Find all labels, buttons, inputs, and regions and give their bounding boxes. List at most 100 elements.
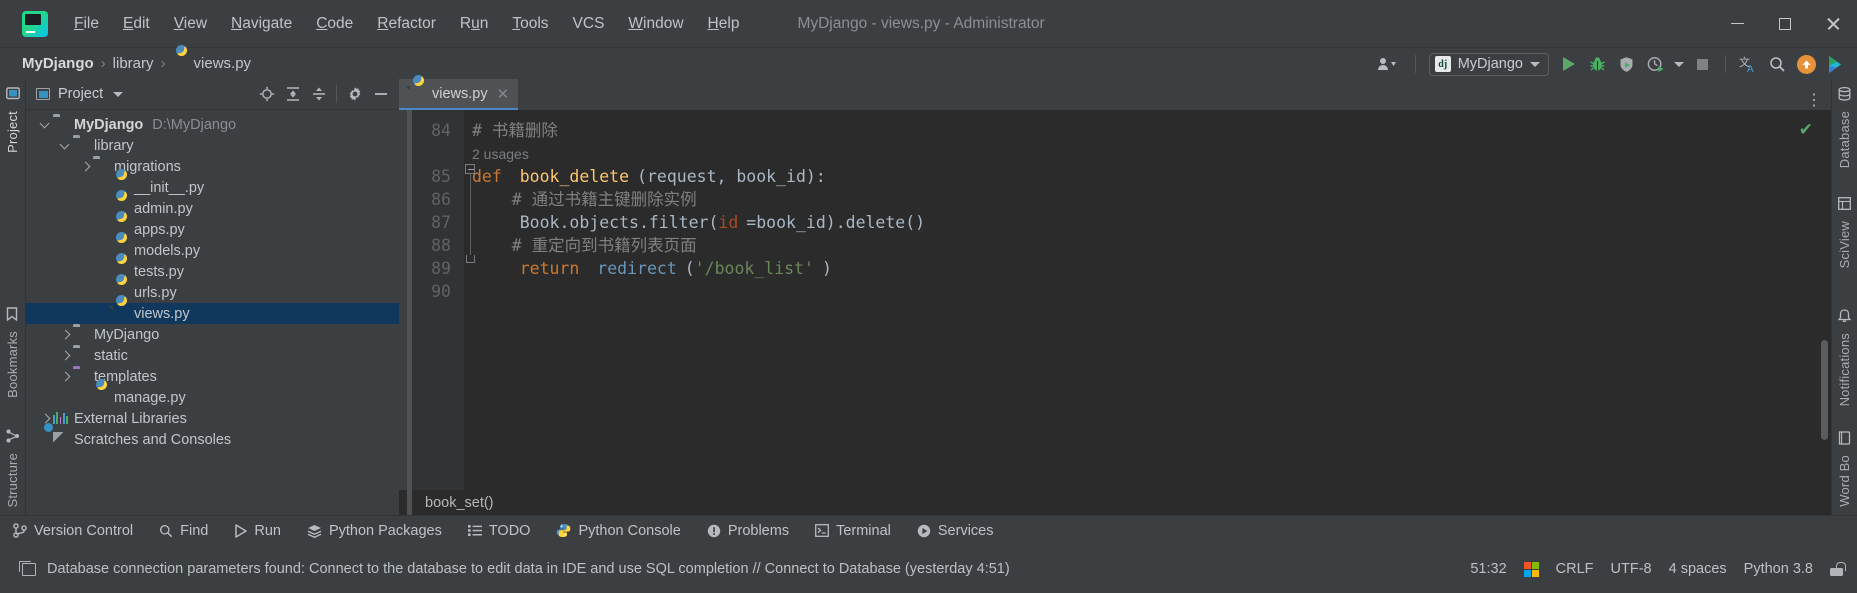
profile-dropdown-button[interactable] (1671, 51, 1687, 77)
tree-node-library[interactable]: library (26, 135, 399, 156)
breadcrumb-item-views-py[interactable]: views.py (173, 55, 252, 72)
tool-window-tab-find[interactable]: Find (146, 516, 221, 546)
menu-item-run[interactable]: Run (448, 11, 500, 37)
tree-node-migrations[interactable]: migrations (26, 156, 399, 177)
windows-logo-icon[interactable] (1523, 561, 1539, 577)
line-number-90: 90 (431, 282, 451, 301)
more-options-icon[interactable]: ⋮ (1806, 90, 1823, 110)
project-tree[interactable]: MyDjango D:\MyDjango library migrations __in… (26, 110, 399, 515)
sidebar-item-structure[interactable]: Structure (0, 447, 25, 514)
chevron-down-icon[interactable] (58, 138, 73, 153)
collapse-all-button[interactable] (306, 82, 331, 106)
unlocked-icon[interactable] (1830, 562, 1846, 576)
tool-window-tab-python-packages[interactable]: Python Packages (294, 516, 455, 546)
tool-window-tab-problems[interactable]: Problems (694, 516, 802, 546)
close-icon[interactable]: ✕ (497, 85, 510, 103)
status-message[interactable]: Database connection parameters found: Co… (47, 561, 1010, 577)
editor-area: views.py ✕ ⋮ 84 85 86 87 88 89 90 # 书籍删除 2 usa… (399, 79, 1831, 515)
window-controls (1713, 0, 1857, 47)
editor-breadcrumb[interactable]: book_set() (425, 495, 494, 511)
tree-node-tests-py[interactable]: tests.py (26, 261, 399, 282)
editor-tab-views-py[interactable]: views.py ✕ (399, 79, 519, 110)
code-line-89: return redirect ('/book_list') (464, 257, 1831, 280)
bookmark-icon (6, 307, 18, 322)
sidebar-item-sciview[interactable]: SciView (1832, 215, 1857, 274)
line-separator[interactable]: CRLF (1556, 561, 1594, 577)
profile-button[interactable] (1642, 51, 1669, 77)
inspection-ok-icon[interactable]: ✔ (1799, 120, 1813, 140)
breadcrumb-item-library[interactable]: library (113, 55, 154, 72)
ai-assistant-button[interactable] (1822, 51, 1849, 77)
user-account-icon[interactable] (1372, 51, 1406, 77)
coverage-button[interactable] (1613, 51, 1640, 77)
chevron-right-icon[interactable] (58, 327, 73, 342)
menu-item-edit[interactable]: Edit (111, 11, 162, 37)
translate-button[interactable]: 文 A (1735, 51, 1762, 77)
tool-window-tab-version-control[interactable]: Version Control (0, 516, 146, 546)
hide-panel-button[interactable] (368, 82, 393, 106)
expand-all-button[interactable] (280, 82, 305, 106)
file-encoding[interactable]: UTF-8 (1611, 561, 1652, 577)
code-folding-column[interactable] (464, 110, 478, 515)
close-button[interactable] (1809, 0, 1857, 47)
sidebar-item-database[interactable]: Database (1832, 105, 1857, 174)
update-button[interactable] (1793, 51, 1820, 77)
menu-item-code[interactable]: Code (304, 11, 365, 37)
fold-toggle-icon[interactable] (465, 164, 475, 174)
tree-node-models-py[interactable]: models.py (26, 240, 399, 261)
breadcrumb-item-mydjango[interactable]: MyDjango (22, 55, 94, 72)
tree-node-static[interactable]: static (26, 345, 399, 366)
menu-item-navigate[interactable]: Navigate (219, 11, 304, 37)
tree-node-templates[interactable]: templates (26, 366, 399, 387)
tree-node-admin-py[interactable]: admin.py (26, 198, 399, 219)
project-scope-dropdown[interactable] (113, 91, 124, 97)
menu-item-tools[interactable]: Tools (500, 11, 560, 37)
settings-button[interactable] (342, 82, 367, 106)
sidebar-item-bookmarks[interactable]: Bookmarks (0, 325, 25, 404)
tree-node-mydjango[interactable]: MyDjango (26, 324, 399, 345)
code-text-area[interactable]: # 书籍删除 2 usages def book_delete (request, b… (464, 110, 1831, 515)
tree-node-apps-py[interactable]: apps.py (26, 219, 399, 240)
sidebar-item-project[interactable]: Project (0, 105, 25, 159)
indent-setting[interactable]: 4 spaces (1669, 561, 1727, 577)
tool-window-tab-python-console[interactable]: Python Console (543, 516, 693, 546)
menu-item-refactor[interactable]: Refactor (365, 11, 448, 37)
select-opened-file-button[interactable] (254, 82, 279, 106)
menu-item-vcs[interactable]: VCS (561, 11, 617, 37)
run-configuration-selector[interactable]: dj MyDjango (1428, 52, 1549, 76)
chevron-right-icon[interactable] (58, 369, 73, 384)
minimize-button[interactable] (1713, 0, 1761, 47)
menu-item-help[interactable]: Help (696, 11, 752, 37)
sidebar-item-word-book[interactable]: Word Bo (1832, 449, 1857, 513)
chevron-down-icon[interactable] (38, 117, 53, 132)
menu-item-window[interactable]: Window (616, 11, 695, 37)
tree-node-__init__-py[interactable]: __init__.py (26, 177, 399, 198)
sidebar-item-notifications[interactable]: Notifications (1832, 327, 1857, 412)
tool-window-tab-todo[interactable]: TODO (455, 516, 544, 546)
stop-button[interactable] (1689, 51, 1716, 77)
tool-window-tab-services[interactable]: Services (904, 516, 1007, 546)
pycharm-logo-icon (22, 10, 48, 37)
menu-item-view[interactable]: View (162, 11, 219, 37)
chevron-right-icon[interactable] (58, 348, 73, 363)
editor-scrollbar[interactable] (1821, 340, 1828, 440)
debug-button[interactable] (1584, 51, 1611, 77)
menu-item-file[interactable]: File (62, 11, 111, 37)
tree-node-external-libraries[interactable]: External Libraries (26, 408, 399, 429)
tree-node-views-py[interactable]: views.py (26, 303, 399, 324)
tool-window-tab-terminal[interactable]: Terminal (802, 516, 904, 546)
maximize-button[interactable] (1761, 0, 1809, 47)
search-icon (159, 524, 173, 538)
search-everywhere-button[interactable] (1764, 51, 1791, 77)
tree-node-mydjango[interactable]: MyDjango D:\MyDjango (26, 114, 399, 135)
tree-node-scratches-and-consoles[interactable]: Scratches and Consoles (26, 429, 399, 450)
run-button[interactable] (1555, 51, 1582, 77)
tree-node-urls-py[interactable]: urls.py (26, 282, 399, 303)
chevron-right-icon[interactable] (78, 159, 93, 174)
caret-position[interactable]: 51:32 (1470, 561, 1506, 577)
event-log-icon[interactable] (19, 560, 36, 576)
python-interpreter[interactable]: Python 3.8 (1744, 561, 1813, 577)
tool-window-tab-run[interactable]: Run (221, 516, 294, 546)
tree-node-manage-py[interactable]: manage.py (26, 387, 399, 408)
editor-left-margin (399, 110, 407, 515)
